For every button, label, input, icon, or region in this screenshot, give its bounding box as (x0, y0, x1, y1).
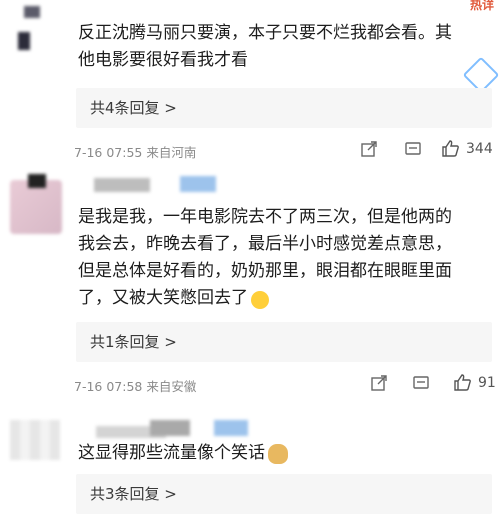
share-icon[interactable] (360, 140, 378, 162)
reply-summary-box[interactable]: 共3条回复 > (76, 474, 492, 514)
avatar (10, 180, 62, 234)
reply-summary-label: 共3条回复 > (90, 485, 177, 503)
comment-line-wrap: 了，又被大笑憋回去了 (78, 285, 498, 312)
comment-icon[interactable] (412, 374, 430, 396)
like-icon[interactable] (452, 372, 472, 396)
comment-line: 但是总体是好看的，奶奶那里，眼泪都在眼眶里面 (78, 261, 452, 281)
comment-line: 他电影要很好看我才看 (78, 50, 248, 70)
username-redacted (150, 420, 190, 436)
comment-text: 反正沈腾马丽只要演，本子只要不烂我都会看。其 他电影要很好看我才看 (78, 20, 496, 74)
username-redacted (214, 420, 248, 436)
reply-summary-box[interactable]: 共4条回复 > (76, 88, 492, 128)
comment-line: 了，又被大笑憋回去了 (78, 288, 248, 308)
comment-icon[interactable] (404, 140, 422, 162)
comment-line: 是我是我，一年电影院去不了两三次，但是他两的 (78, 207, 452, 227)
comment-meta: 7-16 07:55 来自河南 (74, 145, 197, 160)
like-icon[interactable] (440, 138, 460, 162)
username-redacted (180, 176, 216, 192)
reply-summary-label: 共1条回复 > (90, 333, 177, 351)
laugh-cry-emoji (251, 290, 269, 309)
like-count: 344 (466, 141, 493, 157)
doge-emoji (268, 443, 288, 464)
avatar (10, 420, 60, 460)
reply-summary-box[interactable]: 共1条回复 > (76, 322, 492, 362)
comment-text: 是我是我，一年电影院去不了两三次，但是他两的 我会去，昨晚去看了，最后半小时感觉… (78, 204, 498, 312)
reply-summary-label: 共4条回复 > (90, 99, 177, 117)
avatar-fragment (18, 32, 30, 50)
watermark-text: 热详 (469, 0, 494, 12)
like-count: 91 (478, 375, 496, 391)
comment-line: 这显得那些流量像个笑话 (78, 443, 265, 463)
comment-meta: 7-16 07:58 来自安徽 (74, 379, 197, 394)
avatar-fragment (28, 174, 46, 188)
share-icon[interactable] (370, 374, 388, 396)
comment-text: 这显得那些流量像个笑话 (78, 440, 498, 467)
comment-line: 我会去，昨晚去看了，最后半小时感觉差点意思， (78, 234, 452, 254)
comment-line: 反正沈腾马丽只要演，本子只要不烂我都会看。其 (78, 23, 452, 43)
avatar-fragment (24, 6, 40, 18)
username-redacted (94, 178, 150, 192)
